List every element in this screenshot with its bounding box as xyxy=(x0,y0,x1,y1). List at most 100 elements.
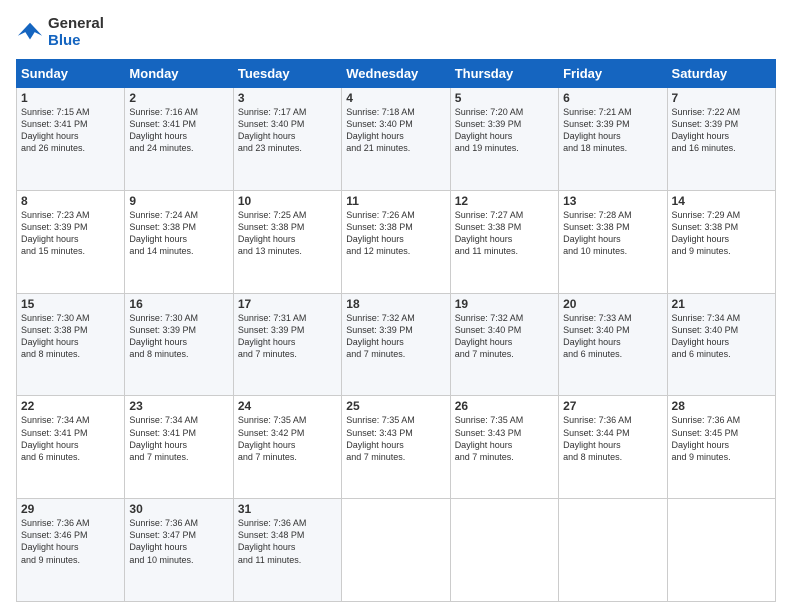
day-number: 22 xyxy=(21,399,120,413)
day-cell-21: 21 Sunrise: 7:34 AMSunset: 3:40 PMDaylig… xyxy=(667,293,775,396)
day-number: 6 xyxy=(563,91,662,105)
day-cell-7: 7 Sunrise: 7:22 AMSunset: 3:39 PMDayligh… xyxy=(667,88,775,191)
day-cell-31: 31 Sunrise: 7:36 AMSunset: 3:48 PMDaylig… xyxy=(233,499,341,602)
day-info: Sunrise: 7:36 AMSunset: 3:47 PMDaylight … xyxy=(129,518,198,564)
day-number: 31 xyxy=(238,502,337,516)
day-info: Sunrise: 7:26 AMSunset: 3:38 PMDaylight … xyxy=(346,210,415,256)
calendar-header-row: SundayMondayTuesdayWednesdayThursdayFrid… xyxy=(17,60,776,88)
day-number: 18 xyxy=(346,297,445,311)
day-info: Sunrise: 7:20 AMSunset: 3:39 PMDaylight … xyxy=(455,107,524,153)
day-number: 7 xyxy=(672,91,771,105)
day-number: 10 xyxy=(238,194,337,208)
day-number: 28 xyxy=(672,399,771,413)
day-info: Sunrise: 7:22 AMSunset: 3:39 PMDaylight … xyxy=(672,107,741,153)
day-info: Sunrise: 7:34 AMSunset: 3:41 PMDaylight … xyxy=(21,415,90,461)
day-cell-27: 27 Sunrise: 7:36 AMSunset: 3:44 PMDaylig… xyxy=(559,396,667,499)
empty-cell xyxy=(667,499,775,602)
logo-icon xyxy=(16,19,44,47)
day-cell-22: 22 Sunrise: 7:34 AMSunset: 3:41 PMDaylig… xyxy=(17,396,125,499)
day-cell-11: 11 Sunrise: 7:26 AMSunset: 3:38 PMDaylig… xyxy=(342,190,450,293)
day-number: 14 xyxy=(672,194,771,208)
day-info: Sunrise: 7:31 AMSunset: 3:39 PMDaylight … xyxy=(238,313,307,359)
day-info: Sunrise: 7:36 AMSunset: 3:45 PMDaylight … xyxy=(672,415,741,461)
day-info: Sunrise: 7:16 AMSunset: 3:41 PMDaylight … xyxy=(129,107,198,153)
day-info: Sunrise: 7:27 AMSunset: 3:38 PMDaylight … xyxy=(455,210,524,256)
day-cell-25: 25 Sunrise: 7:35 AMSunset: 3:43 PMDaylig… xyxy=(342,396,450,499)
logo: General Blue xyxy=(16,16,104,49)
day-info: Sunrise: 7:32 AMSunset: 3:39 PMDaylight … xyxy=(346,313,415,359)
day-number: 21 xyxy=(672,297,771,311)
col-header-sunday: Sunday xyxy=(17,60,125,88)
day-info: Sunrise: 7:29 AMSunset: 3:38 PMDaylight … xyxy=(672,210,741,256)
day-number: 27 xyxy=(563,399,662,413)
day-info: Sunrise: 7:24 AMSunset: 3:38 PMDaylight … xyxy=(129,210,198,256)
header: General Blue xyxy=(16,16,776,49)
day-info: Sunrise: 7:17 AMSunset: 3:40 PMDaylight … xyxy=(238,107,307,153)
week-row-5: 29 Sunrise: 7:36 AMSunset: 3:46 PMDaylig… xyxy=(17,499,776,602)
day-cell-3: 3 Sunrise: 7:17 AMSunset: 3:40 PMDayligh… xyxy=(233,88,341,191)
day-info: Sunrise: 7:25 AMSunset: 3:38 PMDaylight … xyxy=(238,210,307,256)
day-cell-2: 2 Sunrise: 7:16 AMSunset: 3:41 PMDayligh… xyxy=(125,88,233,191)
day-cell-23: 23 Sunrise: 7:34 AMSunset: 3:41 PMDaylig… xyxy=(125,396,233,499)
day-number: 8 xyxy=(21,194,120,208)
col-header-thursday: Thursday xyxy=(450,60,558,88)
day-number: 17 xyxy=(238,297,337,311)
day-cell-30: 30 Sunrise: 7:36 AMSunset: 3:47 PMDaylig… xyxy=(125,499,233,602)
day-info: Sunrise: 7:30 AMSunset: 3:39 PMDaylight … xyxy=(129,313,198,359)
day-cell-17: 17 Sunrise: 7:31 AMSunset: 3:39 PMDaylig… xyxy=(233,293,341,396)
day-cell-28: 28 Sunrise: 7:36 AMSunset: 3:45 PMDaylig… xyxy=(667,396,775,499)
week-row-2: 8 Sunrise: 7:23 AMSunset: 3:39 PMDayligh… xyxy=(17,190,776,293)
day-number: 1 xyxy=(21,91,120,105)
calendar-table: SundayMondayTuesdayWednesdayThursdayFrid… xyxy=(16,59,776,602)
day-cell-16: 16 Sunrise: 7:30 AMSunset: 3:39 PMDaylig… xyxy=(125,293,233,396)
day-info: Sunrise: 7:34 AMSunset: 3:41 PMDaylight … xyxy=(129,415,198,461)
col-header-saturday: Saturday xyxy=(667,60,775,88)
day-number: 19 xyxy=(455,297,554,311)
empty-cell xyxy=(559,499,667,602)
week-row-1: 1 Sunrise: 7:15 AMSunset: 3:41 PMDayligh… xyxy=(17,88,776,191)
col-header-wednesday: Wednesday xyxy=(342,60,450,88)
day-info: Sunrise: 7:34 AMSunset: 3:40 PMDaylight … xyxy=(672,313,741,359)
day-info: Sunrise: 7:35 AMSunset: 3:42 PMDaylight … xyxy=(238,415,307,461)
day-cell-10: 10 Sunrise: 7:25 AMSunset: 3:38 PMDaylig… xyxy=(233,190,341,293)
col-header-monday: Monday xyxy=(125,60,233,88)
day-number: 15 xyxy=(21,297,120,311)
day-info: Sunrise: 7:33 AMSunset: 3:40 PMDaylight … xyxy=(563,313,632,359)
day-number: 16 xyxy=(129,297,228,311)
day-number: 3 xyxy=(238,91,337,105)
day-number: 26 xyxy=(455,399,554,413)
day-number: 11 xyxy=(346,194,445,208)
day-cell-26: 26 Sunrise: 7:35 AMSunset: 3:43 PMDaylig… xyxy=(450,396,558,499)
col-header-tuesday: Tuesday xyxy=(233,60,341,88)
day-number: 4 xyxy=(346,91,445,105)
day-number: 20 xyxy=(563,297,662,311)
day-info: Sunrise: 7:18 AMSunset: 3:40 PMDaylight … xyxy=(346,107,415,153)
day-cell-14: 14 Sunrise: 7:29 AMSunset: 3:38 PMDaylig… xyxy=(667,190,775,293)
day-cell-20: 20 Sunrise: 7:33 AMSunset: 3:40 PMDaylig… xyxy=(559,293,667,396)
day-info: Sunrise: 7:35 AMSunset: 3:43 PMDaylight … xyxy=(346,415,415,461)
day-info: Sunrise: 7:23 AMSunset: 3:39 PMDaylight … xyxy=(21,210,90,256)
day-info: Sunrise: 7:32 AMSunset: 3:40 PMDaylight … xyxy=(455,313,524,359)
calendar-body: 1 Sunrise: 7:15 AMSunset: 3:41 PMDayligh… xyxy=(17,88,776,602)
day-number: 12 xyxy=(455,194,554,208)
day-cell-9: 9 Sunrise: 7:24 AMSunset: 3:38 PMDayligh… xyxy=(125,190,233,293)
day-number: 25 xyxy=(346,399,445,413)
day-info: Sunrise: 7:36 AMSunset: 3:48 PMDaylight … xyxy=(238,518,307,564)
day-cell-8: 8 Sunrise: 7:23 AMSunset: 3:39 PMDayligh… xyxy=(17,190,125,293)
logo-text: General Blue xyxy=(48,16,104,49)
day-number: 13 xyxy=(563,194,662,208)
day-cell-12: 12 Sunrise: 7:27 AMSunset: 3:38 PMDaylig… xyxy=(450,190,558,293)
day-info: Sunrise: 7:35 AMSunset: 3:43 PMDaylight … xyxy=(455,415,524,461)
day-info: Sunrise: 7:30 AMSunset: 3:38 PMDaylight … xyxy=(21,313,90,359)
day-cell-4: 4 Sunrise: 7:18 AMSunset: 3:40 PMDayligh… xyxy=(342,88,450,191)
day-number: 29 xyxy=(21,502,120,516)
week-row-3: 15 Sunrise: 7:30 AMSunset: 3:38 PMDaylig… xyxy=(17,293,776,396)
day-info: Sunrise: 7:15 AMSunset: 3:41 PMDaylight … xyxy=(21,107,90,153)
day-cell-18: 18 Sunrise: 7:32 AMSunset: 3:39 PMDaylig… xyxy=(342,293,450,396)
day-number: 2 xyxy=(129,91,228,105)
day-info: Sunrise: 7:36 AMSunset: 3:46 PMDaylight … xyxy=(21,518,90,564)
day-cell-15: 15 Sunrise: 7:30 AMSunset: 3:38 PMDaylig… xyxy=(17,293,125,396)
day-number: 23 xyxy=(129,399,228,413)
page: General Blue SundayMondayTuesdayWednesda… xyxy=(0,0,792,612)
day-info: Sunrise: 7:36 AMSunset: 3:44 PMDaylight … xyxy=(563,415,632,461)
